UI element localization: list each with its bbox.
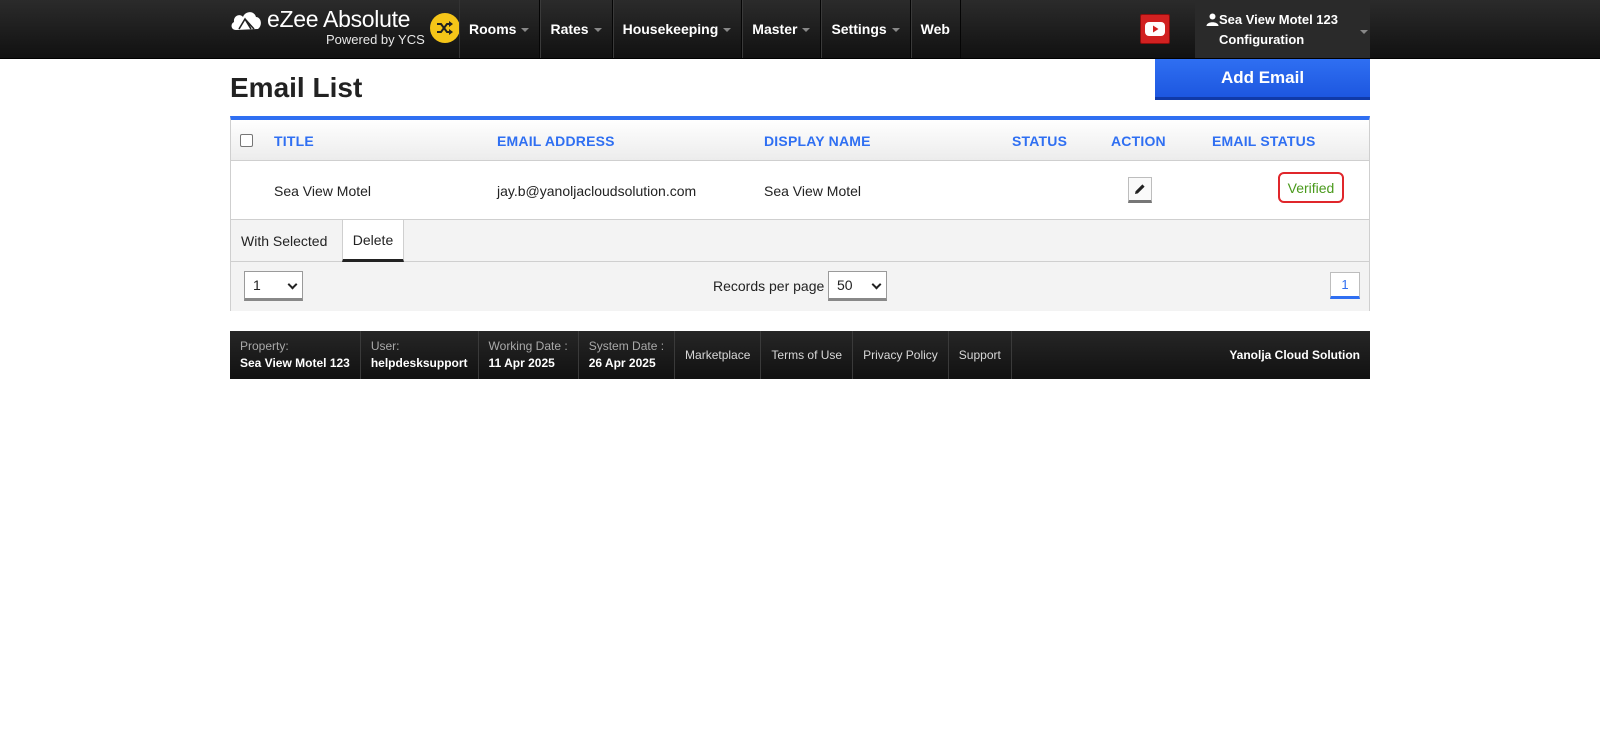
email-list-table: TITLE EMAIL ADDRESS DISPLAY NAME STATUS … [230,116,1370,311]
top-navigation-bar: eZee Absolute Powered by YCS Rooms Rates… [0,0,1600,59]
nav-item-label: Housekeeping [622,21,719,37]
delete-selected-button[interactable]: Delete [342,220,404,262]
chevron-down-icon [287,279,298,290]
records-per-page-select[interactable]: 50 [828,271,887,301]
nav-item-label: Rooms [469,21,517,37]
user-menu[interactable]: Sea View Motel 123 Configuration [1195,0,1370,58]
brand-name: eZee Absolute [267,6,411,32]
footer-link-support[interactable]: Support [949,331,1012,379]
footer-working-date-label: Working Date : [488,339,568,353]
email-status-badge[interactable]: Verified [1278,172,1344,203]
nav-item-label: Rates [550,21,589,37]
footer-property-label: Property: [240,339,289,353]
footer: Property: Sea View Motel 123 User: helpd… [230,331,1370,379]
main-nav: Rooms Rates Housekeeping Master Settings… [459,0,961,58]
footer-working-date-value: 11 Apr 2025 [488,356,555,370]
user-menu-property: Sea View Motel 123 [1219,12,1338,27]
page-select[interactable]: 1 [244,271,303,301]
chevron-down-icon [1360,30,1368,34]
column-header-status: STATUS [1012,133,1068,149]
ezee-cloud-logo-icon [231,12,261,30]
footer-system-date-value: 26 Apr 2025 [588,356,656,370]
footer-system-date: System Date : 26 Apr 2025 [579,331,676,379]
select-all-checkbox[interactable] [240,134,253,147]
shuffle-icon [437,21,453,35]
page-button-1[interactable]: 1 [1330,272,1360,299]
nav-item-settings[interactable]: Settings [821,0,911,58]
footer-user-value: helpdesksupport [370,356,468,370]
footer-user: User: helpdesksupport [361,331,479,379]
nav-item-rooms[interactable]: Rooms [459,0,541,58]
cell-display-name: Sea View Motel [764,183,862,199]
page-title: Email List [230,72,363,103]
column-header-title[interactable]: TITLE [274,133,314,149]
nav-item-housekeeping[interactable]: Housekeeping [612,0,743,58]
brand[interactable]: eZee Absolute Powered by YCS [230,6,430,52]
records-per-page-label: Records per page [713,278,825,294]
footer-property-value: Sea View Motel 123 [240,356,350,370]
footer-link-marketplace[interactable]: Marketplace [675,331,762,379]
footer-system-date-label: System Date : [588,339,665,353]
footer-company-name: Yanolja Cloud Solution [1229,348,1360,362]
brand-tagline: Powered by YCS [326,32,425,47]
cell-email-address: jay.b@yanoljacloudsolution.com [497,183,697,199]
chevron-down-icon [723,28,732,32]
youtube-icon [1145,22,1165,36]
table-row[interactable]: Sea View Motel jay.b@yanoljacloudsolutio… [231,161,1369,220]
chevron-down-icon [891,28,900,32]
user-icon [1206,13,1219,26]
footer-link-terms-of-use[interactable]: Terms of Use [761,331,854,379]
add-email-button[interactable]: Add Email [1155,59,1370,100]
edit-button[interactable] [1128,177,1152,203]
records-per-page-value: 50 [837,277,853,293]
column-header-email-address[interactable]: EMAIL ADDRESS [497,133,615,149]
pencil-icon [1135,184,1145,194]
column-header-action: ACTION [1111,133,1166,149]
column-header-display-name[interactable]: DISPLAY NAME [764,133,871,149]
nav-item-label: Web [920,21,950,37]
cell-title: Sea View Motel [274,183,372,199]
footer-property: Property: Sea View Motel 123 [230,331,361,379]
chevron-down-icon [802,28,811,32]
pagination-bar: 1 Records per page 50 1 [231,262,1369,311]
nav-item-web[interactable]: Web [910,0,961,58]
youtube-button[interactable] [1140,14,1170,44]
nav-item-label: Settings [831,21,887,37]
bulk-action-bar: With Selected Delete [231,220,1369,262]
footer-working-date: Working Date : 11 Apr 2025 [479,331,579,379]
footer-link-privacy-policy[interactable]: Privacy Policy [853,331,949,379]
chevron-down-icon [871,279,882,290]
chevron-down-icon [521,28,530,32]
nav-item-master[interactable]: Master [742,0,822,58]
with-selected-label: With Selected [241,233,328,249]
user-menu-section: Configuration [1219,32,1305,47]
page-select-value: 1 [253,277,261,293]
property-switch-button[interactable] [430,13,460,43]
nav-item-label: Master [752,21,798,37]
nav-item-rates[interactable]: Rates [540,0,613,58]
chevron-down-icon [593,28,602,32]
column-header-email-status: EMAIL STATUS [1212,133,1316,149]
footer-user-label: User: [370,339,400,353]
table-header: TITLE EMAIL ADDRESS DISPLAY NAME STATUS … [231,120,1369,161]
